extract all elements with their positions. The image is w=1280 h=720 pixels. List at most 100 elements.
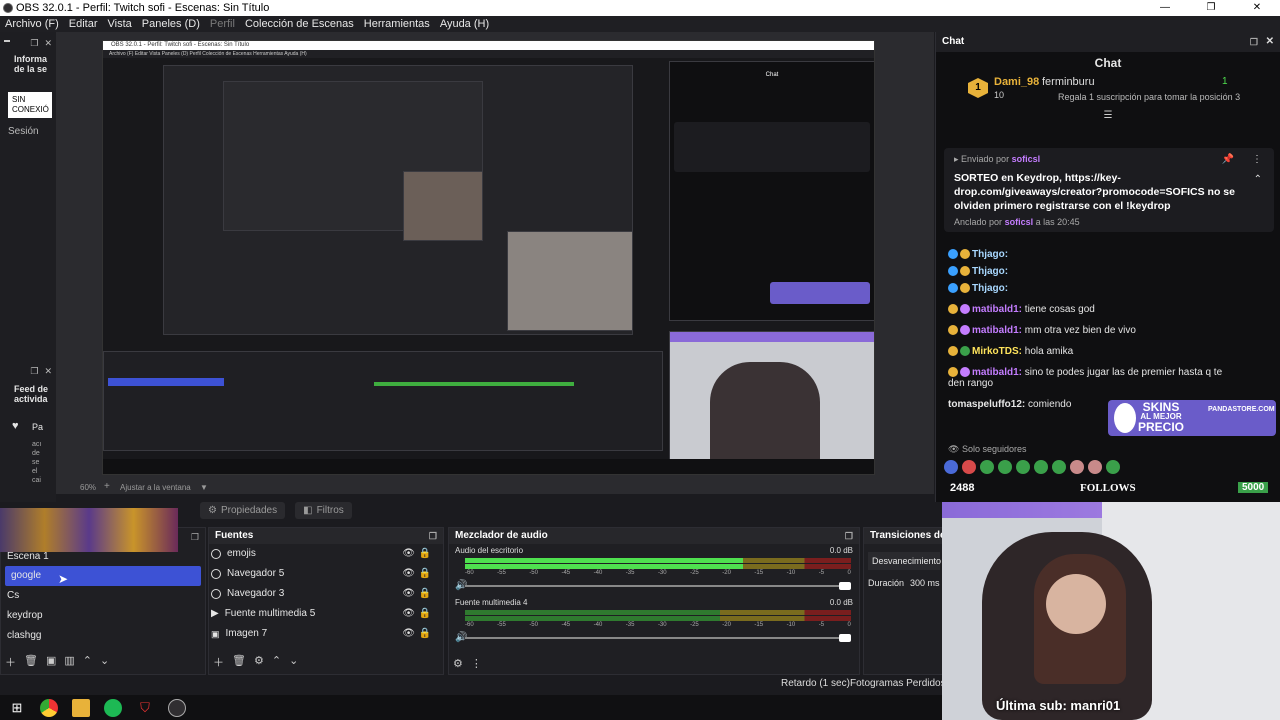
float-icon[interactable]: ❐ bbox=[191, 532, 199, 543]
menu-vista[interactable]: Vista bbox=[103, 18, 137, 30]
chrome-icon[interactable] bbox=[40, 698, 58, 717]
close-button[interactable]: ✕ bbox=[1234, 0, 1280, 16]
obs-icon[interactable] bbox=[168, 698, 186, 717]
add-source-icon[interactable]: ＋ bbox=[213, 654, 224, 670]
source-item[interactable]: Navegador 5 👁 🔒 bbox=[209, 564, 443, 584]
move-up-icon[interactable]: ⌃ bbox=[272, 654, 281, 670]
meter-tick-label: 0 bbox=[847, 622, 851, 628]
gear-icon[interactable]: ⚙ bbox=[254, 654, 264, 670]
title-bar: OBS 32.0.1 - Perfil: Twitch sofi - Escen… bbox=[0, 0, 1280, 16]
source-item[interactable]: Navegador 3 👁 🔒 bbox=[209, 584, 443, 604]
gift-leaderboard: 1 Dami_98 10 ferminburu Regala 1 suscrip… bbox=[936, 74, 1280, 110]
source-item[interactable]: ▣ Imagen 7 👁 🔒 bbox=[209, 624, 443, 644]
menu-archivo[interactable]: Archivo (F) bbox=[0, 18, 64, 30]
remove-scene-icon[interactable]: 🗑 bbox=[24, 654, 38, 670]
folder-icon[interactable] bbox=[72, 698, 90, 717]
stream-info-title: Informa de la se bbox=[14, 54, 48, 74]
meter-tick-label: -5 bbox=[818, 570, 825, 576]
level-meter bbox=[465, 564, 851, 569]
source-item[interactable]: emojis 👁 🔒 bbox=[209, 544, 443, 564]
remove-source-icon[interactable]: 🗑 bbox=[232, 654, 246, 670]
meter-tick-label: -15 bbox=[754, 570, 764, 576]
maximize-button[interactable]: ❐ bbox=[1188, 0, 1234, 16]
shield-icon[interactable]: ⛉ bbox=[136, 699, 154, 717]
eye-icon[interactable]: 👁 bbox=[402, 604, 415, 624]
chat-message: matibald1: tiene cosas god bbox=[936, 301, 1280, 318]
close-dock-icon[interactable]: ✕ bbox=[44, 366, 52, 377]
lock-icon[interactable]: 🔒 bbox=[419, 544, 431, 564]
taskbar: ⊞ ⛉ bbox=[0, 695, 945, 720]
fit-to-window[interactable]: Ajustar a la ventana bbox=[120, 483, 191, 492]
meter-tick-label: -10 bbox=[786, 570, 796, 576]
float-icon[interactable]: ❐ bbox=[30, 366, 38, 377]
add-scene-icon[interactable]: ＋ bbox=[5, 654, 16, 670]
duration-input[interactable]: 300 ms bbox=[910, 578, 940, 588]
nested-webcam-large bbox=[669, 331, 874, 474]
source-toolbar: ⚙ Propiedades ◧ Filtros bbox=[200, 499, 550, 521]
sources-panel: Fuentes ❐ emojis 👁 🔒 Navegador 5 👁 🔒 Navegado… bbox=[208, 527, 444, 675]
advanced-audio-icon[interactable]: ⚙ bbox=[453, 657, 463, 670]
lock-icon[interactable]: 🔒 bbox=[419, 564, 431, 584]
scene-item-selected[interactable]: google bbox=[5, 566, 201, 586]
gift-sub-user[interactable]: ferminburu bbox=[1042, 76, 1095, 88]
volume-thumb[interactable] bbox=[839, 582, 851, 590]
float-icon[interactable]: ❐ bbox=[30, 38, 38, 49]
close-dock-icon[interactable]: ✕ bbox=[1266, 32, 1274, 52]
scene-item[interactable]: clashgg bbox=[1, 626, 205, 646]
eye-icon[interactable]: 👁 bbox=[402, 544, 415, 564]
chevron-down-icon[interactable]: ▼ bbox=[200, 483, 208, 492]
move-down-icon[interactable]: ⌄ bbox=[100, 654, 109, 670]
collapse-icon[interactable]: ⌃ bbox=[1254, 174, 1262, 185]
eye-icon[interactable]: 👁 bbox=[402, 584, 415, 604]
move-up-icon[interactable]: ⌃ bbox=[83, 654, 92, 670]
float-icon[interactable]: ❐ bbox=[429, 528, 437, 544]
transition-select[interactable]: Desvanecimiento bbox=[868, 552, 941, 570]
scene-item[interactable]: Cs bbox=[1, 586, 205, 606]
pin-icon[interactable]: 📌 bbox=[1222, 154, 1234, 165]
scene-item[interactable]: keydrop bbox=[1, 606, 205, 626]
menu-herramientas[interactable]: Herramientas bbox=[359, 18, 435, 30]
zoom-in-icon[interactable]: + bbox=[104, 481, 110, 492]
preview-capture[interactable]: OBS 32.0.1 - Perfil: Twitch sofi - Escen… bbox=[102, 40, 875, 475]
filters-icon[interactable]: ▣ bbox=[46, 654, 56, 670]
move-down-icon[interactable]: ⌄ bbox=[289, 654, 298, 670]
meter-tick-label: -35 bbox=[625, 570, 635, 576]
menu-perfil[interactable]: Perfil bbox=[205, 18, 240, 30]
minimize-button[interactable]: — bbox=[1142, 0, 1188, 16]
meter-tick-label: -50 bbox=[529, 622, 538, 628]
volume-slider[interactable] bbox=[465, 582, 851, 590]
filters-button[interactable]: ◧ Filtros bbox=[295, 501, 352, 519]
top-gifter-name[interactable]: Dami_98 bbox=[994, 76, 1039, 88]
lock-icon[interactable]: 🔒 bbox=[419, 604, 431, 624]
lock-icon[interactable]: 🔒 bbox=[419, 584, 431, 604]
chat-message: Thjago: bbox=[936, 280, 1280, 297]
meter-tick-label: -20 bbox=[722, 570, 731, 576]
windows-start-icon[interactable]: ⊞ bbox=[8, 699, 26, 717]
float-icon[interactable]: ❐ bbox=[1250, 32, 1258, 52]
menu-coleccion-escenas[interactable]: Colección de Escenas bbox=[240, 18, 359, 30]
volume-thumb[interactable] bbox=[839, 634, 851, 642]
menu-paneles[interactable]: Paneles (D) bbox=[137, 18, 205, 30]
menu-dots-icon[interactable]: ⋮ bbox=[471, 657, 482, 670]
chat-message: matibald1: mm otra vez bien de vivo bbox=[936, 322, 1280, 339]
float-icon[interactable]: ❐ bbox=[845, 528, 853, 544]
close-dock-icon[interactable]: ✕ bbox=[44, 38, 52, 49]
eye-icon[interactable]: 👁 bbox=[402, 624, 415, 644]
more-options-icon[interactable]: ⋮ bbox=[1252, 154, 1262, 165]
properties-button[interactable]: ⚙ Propiedades bbox=[200, 501, 286, 519]
menu-ayuda[interactable]: Ayuda (H) bbox=[435, 18, 494, 30]
menu-bar: Archivo (F) Editar Vista Paneles (D) Per… bbox=[0, 16, 1280, 32]
scene-settings-icon[interactable]: ▥ bbox=[64, 654, 74, 670]
volume-slider[interactable] bbox=[465, 634, 851, 642]
source-item[interactable]: ▶ Fuente multimedia 5 👁 🔒 bbox=[209, 604, 443, 624]
capture-menu: Archivo (F) Editar Vista Paneles (D) Per… bbox=[103, 50, 874, 58]
eye-icon[interactable]: 👁 bbox=[402, 564, 415, 584]
lock-icon[interactable]: 🔒 bbox=[419, 624, 431, 644]
zoom-level[interactable]: 60% bbox=[80, 483, 96, 492]
expand-icon[interactable]: ☰ bbox=[936, 110, 1280, 121]
menu-editar[interactable]: Editar bbox=[64, 18, 103, 30]
spotify-icon[interactable] bbox=[104, 698, 122, 717]
rank-badge: 1 bbox=[968, 78, 988, 98]
meter-tick-label: -40 bbox=[593, 570, 603, 576]
nested-ad bbox=[770, 282, 870, 304]
